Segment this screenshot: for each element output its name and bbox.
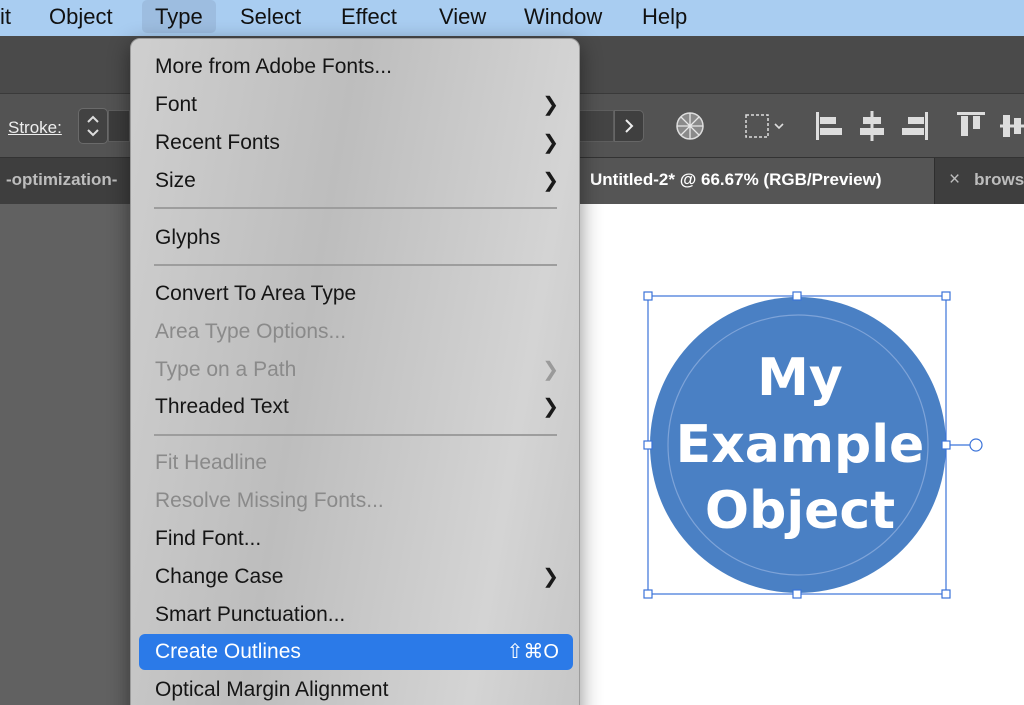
align-left-icon[interactable] — [812, 108, 844, 144]
tab-untitled-2[interactable]: Untitled-2* @ 66.67% (RGB/Preview) — [574, 158, 934, 204]
menu-item-label: Change Case — [155, 565, 284, 588]
menu-item-area-type-options: Area Type Options... — [139, 314, 573, 350]
text-threading-port-icon[interactable] — [969, 438, 983, 452]
menu-item-label: Threaded Text — [155, 395, 289, 418]
menu-item-optical-margin-alignment[interactable]: Optical Margin Alignment — [139, 672, 573, 705]
menu-type[interactable]: Type — [142, 0, 216, 33]
menu-item-more-from-adobe-fonts[interactable]: More from Adobe Fonts... — [139, 49, 573, 85]
menu-item-shortcut: ⇧⌘O — [506, 641, 559, 663]
stepper-arrows-icon — [87, 115, 99, 137]
menu-item-change-case[interactable]: Change Case ❯ — [139, 559, 573, 595]
chevron-right-icon: ❯ — [542, 566, 559, 588]
menu-item-create-outlines[interactable]: Create Outlines ⇧⌘O — [139, 634, 573, 670]
menu-separator — [154, 434, 557, 436]
menu-help[interactable]: Help — [629, 0, 700, 33]
chevron-right-icon — [625, 119, 634, 133]
menu-item-label: Recent Fonts — [155, 131, 280, 154]
selected-circle-object[interactable]: My Example Object — [640, 290, 990, 606]
menu-window[interactable]: Window — [511, 0, 615, 33]
menu-item-label: Find Font... — [155, 527, 262, 550]
recolor-artwork-icon[interactable] — [674, 108, 706, 144]
menu-item-glyphs[interactable]: Glyphs — [139, 220, 573, 256]
opacity-input[interactable] — [578, 110, 614, 142]
tab-label: Untitled-2* @ 66.67% (RGB/Preview) — [590, 170, 882, 189]
menu-separator — [154, 264, 557, 266]
align-vertical-center-icon[interactable] — [998, 108, 1024, 144]
object-text-line-3: Object — [705, 481, 895, 541]
menu-separator — [154, 207, 557, 209]
menu-item-font[interactable]: Font ❯ — [139, 87, 573, 123]
tab-optimization[interactable]: -optimization- — [0, 158, 148, 204]
align-right-icon[interactable] — [900, 108, 932, 144]
menu-item-label: Area Type Options... — [155, 320, 347, 343]
menu-item-label: More from Adobe Fonts... — [155, 55, 392, 78]
menu-item-resolve-missing-fonts: Resolve Missing Fonts... — [139, 483, 573, 519]
object-text-line-2: Example — [676, 415, 925, 475]
object-text-line-1: My — [757, 348, 843, 408]
menu-edit[interactable]: it — [0, 0, 24, 33]
menu-item-label: Glyphs — [155, 226, 221, 249]
menu-item-fit-headline: Fit Headline — [139, 445, 573, 481]
menu-item-smart-punctuation[interactable]: Smart Punctuation... — [139, 597, 573, 633]
stroke-weight-input[interactable] — [108, 110, 130, 142]
menu-item-label: Optical Margin Alignment — [155, 678, 389, 701]
menu-item-convert-to-area-type[interactable]: Convert To Area Type — [139, 276, 573, 312]
menu-object[interactable]: Object — [36, 0, 126, 33]
menu-item-label: Type on a Path — [155, 358, 297, 381]
chevron-right-icon: ❯ — [542, 359, 559, 381]
menu-view[interactable]: View — [426, 0, 499, 33]
menu-item-label: Create Outlines — [155, 640, 301, 663]
menu-item-label: Font — [155, 93, 198, 116]
menu-item-label: Fit Headline — [155, 451, 268, 474]
menu-item-recent-fonts[interactable]: Recent Fonts ❯ — [139, 125, 573, 161]
menu-effect[interactable]: Effect — [328, 0, 410, 33]
type-menu-dropdown: More from Adobe Fonts... Font ❯ Recent Fo… — [130, 38, 580, 705]
menu-item-size[interactable]: Size ❯ — [139, 163, 573, 199]
align-to-selection-icon[interactable] — [742, 108, 788, 144]
menu-bar: it Object Type Select Effect View Window… — [0, 0, 1024, 36]
align-horizontal-center-icon[interactable] — [856, 108, 888, 144]
align-top-icon[interactable] — [954, 108, 988, 144]
tab-browser[interactable]: × brows — [934, 158, 1024, 204]
menu-item-threaded-text[interactable]: Threaded Text ❯ — [139, 389, 573, 425]
chevron-right-icon: ❯ — [542, 94, 559, 116]
stroke-label: Stroke: — [8, 118, 62, 137]
tab-label: -optimization- — [6, 170, 118, 189]
menu-item-find-font[interactable]: Find Font... — [139, 521, 573, 557]
close-icon[interactable]: × — [949, 169, 960, 190]
tab-label: brows — [974, 170, 1024, 189]
chevron-right-icon: ❯ — [542, 132, 559, 154]
menu-item-label: Convert To Area Type — [155, 282, 357, 305]
menu-select[interactable]: Select — [227, 0, 314, 33]
chevron-right-icon: ❯ — [542, 396, 559, 418]
menu-item-type-on-a-path: Type on a Path ❯ — [139, 352, 573, 388]
opacity-menu-button[interactable] — [614, 110, 644, 142]
menu-item-label: Size — [155, 169, 196, 192]
menu-item-label: Smart Punctuation... — [155, 603, 346, 626]
stroke-weight-stepper[interactable] — [78, 108, 108, 144]
chevron-right-icon: ❯ — [542, 170, 559, 192]
menu-item-label: Resolve Missing Fonts... — [155, 489, 384, 512]
